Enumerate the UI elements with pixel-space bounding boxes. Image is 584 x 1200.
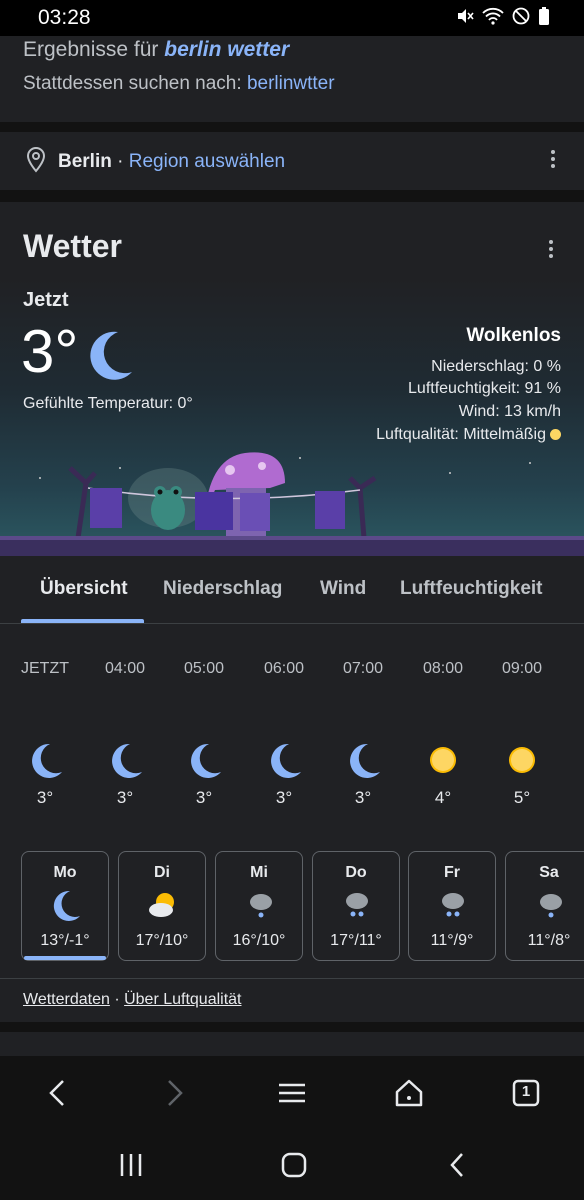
status-icons	[456, 7, 550, 25]
hour-temp: 5°	[513, 788, 531, 807]
tab-precipitation[interactable]: Niederschlag	[163, 578, 282, 600]
precipitation-detail: Niederschlag: 0 %	[431, 358, 561, 375]
sun-icon	[430, 747, 456, 773]
hour-temp: 3°	[354, 788, 372, 807]
hour-temp: 3°	[36, 788, 54, 807]
instead-query-link[interactable]: berlinwtter	[247, 73, 335, 94]
hour-time: 05:00	[183, 660, 225, 677]
day-card-mi[interactable]: Mi 16°/10°	[215, 851, 303, 961]
battery-icon	[539, 7, 549, 25]
system-back-icon[interactable]	[443, 1150, 473, 1180]
location-pin-icon	[26, 147, 46, 173]
hour-time: 09:00	[501, 660, 543, 677]
tabs-button[interactable]: 1	[509, 1076, 543, 1110]
weather-card: Wetter Jetzt 3° Gefühlte Temperatur: 0°	[0, 202, 584, 1022]
rain-cloud-icon	[540, 894, 562, 918]
hour-time: 08:00	[422, 660, 464, 677]
back-icon[interactable]	[41, 1076, 75, 1110]
hour-temp: 3°	[195, 788, 213, 807]
moon-icon	[112, 743, 142, 778]
hour-time: JETZT	[21, 660, 69, 677]
rain-cloud-icon	[250, 894, 272, 918]
weather-tabs: Übersicht Niederschlag Wind Luftfeuchtig…	[0, 556, 584, 624]
do-not-disturb-icon	[512, 7, 530, 25]
moon-icon	[90, 331, 132, 380]
humidity-detail: Luftfeuchtigkeit: 91 %	[408, 380, 561, 397]
weather-more-icon[interactable]	[541, 240, 561, 264]
results-line: Ergebnisse für berlin wetter	[23, 38, 290, 61]
instead-line: Stattdessen suchen nach: berlinwtter	[23, 73, 335, 94]
status-time: 03:28	[38, 6, 91, 29]
city-name: Berlin	[58, 151, 112, 172]
hour-time: 06:00	[263, 660, 305, 677]
moon-icon	[53, 890, 80, 921]
tab-overview[interactable]: Übersicht	[40, 578, 128, 600]
system-home-icon[interactable]	[279, 1150, 309, 1180]
mute-icon	[458, 9, 474, 23]
forward-icon[interactable]	[157, 1076, 191, 1110]
hour-temp: 3°	[116, 788, 134, 807]
weather-title: Wetter	[23, 228, 122, 264]
status-bar: 03:28	[0, 0, 584, 36]
weather-condition: Wolkenlos	[466, 325, 561, 346]
day-card-sa[interactable]: Sa 11°/8°	[505, 851, 584, 961]
active-tab-indicator	[21, 619, 144, 623]
moon-icon	[350, 743, 380, 778]
day-card-di[interactable]: Di 17°/10°	[118, 851, 206, 961]
home-icon[interactable]	[392, 1076, 426, 1110]
day-card-do[interactable]: Do 17°/11°	[312, 851, 400, 961]
day-card-fr[interactable]: Fr 11°/9°	[408, 851, 496, 961]
now-label: Jetzt	[23, 289, 69, 311]
moon-icon	[271, 743, 301, 778]
wifi-icon	[482, 7, 504, 25]
rain-cloud-icon	[346, 893, 368, 917]
region-select-link[interactable]: Region auswählen	[129, 151, 285, 172]
wind-detail: Wind: 13 km/h	[458, 403, 561, 420]
location-card: Berlin · Region auswählen	[0, 132, 584, 190]
feels-like: Gefühlte Temperatur: 0°	[23, 395, 193, 412]
tab-count: 1	[521, 1083, 531, 1100]
next-card-edge	[0, 1032, 584, 1056]
browser-toolbar: 1	[0, 1056, 584, 1130]
rain-cloud-icon	[442, 893, 464, 917]
weather-data-link[interactable]: Wetterdaten	[23, 991, 110, 1008]
current-temperature: 3°	[21, 318, 79, 385]
recent-apps-icon[interactable]	[116, 1150, 146, 1180]
air-quality-dot	[550, 429, 561, 441]
tab-humidity[interactable]: Luftfeuchtigkeit	[400, 578, 543, 600]
moon-icon	[32, 743, 62, 778]
air-quality-detail: Luftqualität: Mittelmäßig	[376, 426, 561, 444]
search-correction-card: Ergebnisse für berlin wetter Stattdessen…	[0, 36, 584, 122]
location-text: Berlin · Region auswählen	[58, 151, 286, 172]
selected-day-indicator	[24, 956, 106, 960]
menu-icon[interactable]	[275, 1076, 309, 1110]
results-query-link[interactable]: berlin wetter	[164, 38, 289, 61]
moon-icon	[191, 743, 221, 778]
tab-wind[interactable]: Wind	[320, 578, 366, 600]
hour-temp: 4°	[434, 788, 452, 807]
system-nav-bar	[0, 1130, 584, 1200]
air-quality-link[interactable]: Über Luftqualität	[124, 991, 241, 1008]
weather-links: Wetterdaten · Über Luftqualität	[23, 991, 242, 1008]
day-card-mo[interactable]: Mo 13°/-1°	[21, 851, 109, 961]
hour-time: 07:00	[342, 660, 384, 677]
partly-cloudy-icon	[149, 893, 174, 917]
sun-icon	[509, 747, 535, 773]
hour-temp: 3°	[275, 788, 293, 807]
location-more-icon[interactable]	[543, 150, 563, 174]
divider	[0, 978, 584, 979]
hour-time: 04:00	[104, 660, 146, 677]
